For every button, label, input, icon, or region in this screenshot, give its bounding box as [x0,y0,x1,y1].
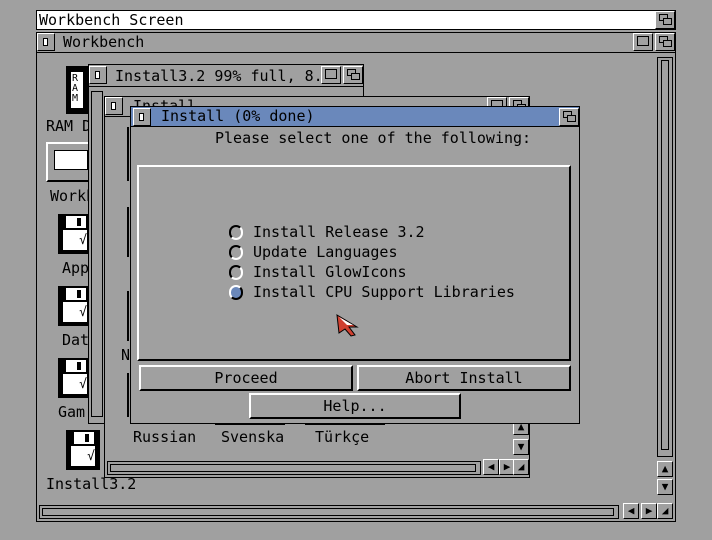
screen-title-bar[interactable]: Workbench Screen [36,10,676,30]
ram-chip-glyph: RAM [72,73,79,104]
option-glowicons-radio[interactable] [229,265,243,280]
install-dialog: Install (0% done) Please select one of t… [130,106,580,424]
dialog-title: Install (0% done) [161,107,315,125]
drawer-partial-label[interactable]: N [121,347,131,363]
data-label[interactable]: Dat [62,332,90,348]
workbench-hscroll-knob[interactable] [42,508,614,516]
ram-disk-label[interactable]: RAM D [46,118,92,134]
workbench-scroll-right-icon[interactable]: ▶ [641,503,657,519]
language-turkce[interactable]: Türkçe [315,429,370,445]
install-drawer-close-gadget[interactable] [105,97,123,115]
language-svenska[interactable]: Svenska [221,429,285,445]
workbench-close-gadget[interactable] [37,33,55,51]
workbench-scroll-up-icon[interactable]: ▲ [657,461,673,477]
apps-label[interactable]: App [62,260,90,276]
workbench-scroll-left-icon[interactable]: ◀ [623,503,639,519]
screen-depth-gadget[interactable] [655,11,675,29]
help-button[interactable]: Help... [249,393,461,419]
data-floppy-icon[interactable]: √ [58,286,92,326]
install-disk-label[interactable]: Install3.2 [46,476,137,492]
disk-zoom-gadget[interactable] [321,66,341,84]
install-floppy-icon[interactable]: √ [66,430,100,470]
abort-install-button[interactable]: Abort Install [357,365,571,391]
install-dialog-titlebar[interactable]: Install (0% done) [131,107,579,127]
screen-title: Workbench Screen [39,11,184,29]
option-update-languages-radio[interactable] [229,245,243,260]
drawer-hscroll-knob[interactable] [110,464,476,472]
disk-depth-gadget[interactable] [343,66,363,84]
drawer-hscroll-track[interactable] [107,461,481,475]
option-update-languages-label[interactable]: Update Languages [253,243,398,261]
games-label[interactable]: Gam [58,404,86,420]
mouse-pointer-icon [336,314,359,337]
dialog-depth-gadget[interactable] [559,108,579,126]
workbench-resize-icon[interactable]: ◢ [657,503,673,519]
disk-window-titlebar[interactable]: Install3.2 99% full, 8. [89,65,363,87]
dialog-prompt: Please select one of the following: [215,129,532,147]
workbench-zoom-gadget[interactable] [633,33,653,51]
option-cpu-libraries-radio[interactable] [229,285,243,300]
disk-window-title: Install3.2 99% full, 8. [115,67,323,85]
games-floppy-icon[interactable]: √ [58,358,92,398]
ram-disk-icon[interactable]: RAM [66,66,88,114]
dialog-close-gadget[interactable] [133,108,151,126]
option-install-release-radio[interactable] [229,225,243,240]
apps-floppy-icon[interactable]: √ [58,214,92,254]
disk-window-left-border [91,91,103,417]
workbench-vscroll-knob[interactable] [661,60,669,450]
option-cpu-libraries-label[interactable]: Install CPU Support Libraries [253,283,515,301]
workbench-disk-icon[interactable] [46,142,94,182]
workbench-window-title: Workbench [63,33,145,51]
option-glowicons-label[interactable]: Install GlowIcons [253,263,407,281]
drawer-scroll-down-icon[interactable]: ▼ [513,439,529,455]
workbench-hscroll-track[interactable] [39,505,619,519]
language-russian[interactable]: Russian [133,429,197,445]
drawer-scroll-left-icon[interactable]: ◀ [483,459,499,475]
proceed-button[interactable]: Proceed [139,365,353,391]
drawer-resize-icon[interactable]: ◢ [513,459,529,475]
workbench-depth-gadget[interactable] [655,33,675,51]
disk-close-gadget[interactable] [89,66,107,84]
workbench-scroll-down-icon[interactable]: ▼ [657,479,673,495]
workbench-window-titlebar[interactable]: Workbench [37,33,675,53]
workbench-vscroll-track[interactable] [657,57,673,457]
option-install-release-label[interactable]: Install Release 3.2 [253,223,425,241]
options-panel: Install Release 3.2 Update Languages Ins… [137,165,571,361]
